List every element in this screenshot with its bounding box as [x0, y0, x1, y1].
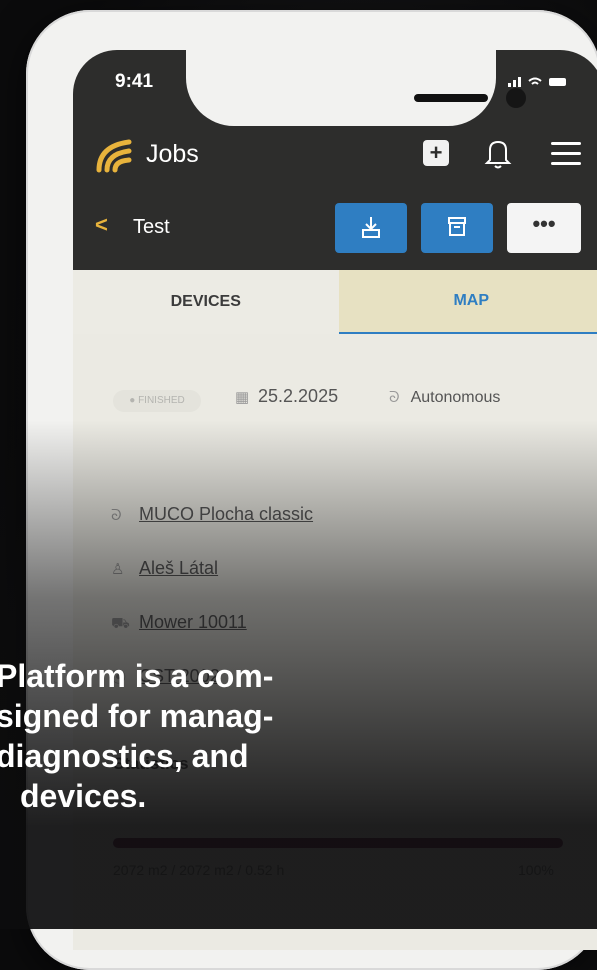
status-icons [508, 76, 569, 90]
app-header: 9:41 Jobs + < Test [73, 50, 597, 270]
signal-icon [508, 77, 522, 87]
more-button[interactable]: ••• [507, 203, 581, 253]
job-mode: ᘐ Autonomous [389, 389, 500, 407]
phone-frame: 9:41 Jobs + < Test [26, 10, 597, 970]
phone-notch [186, 50, 496, 126]
percent-stat: 100% [518, 862, 554, 878]
link-mower[interactable]: ⛟ Mower 10011 [111, 612, 247, 634]
mode-value: Autonomous [411, 389, 501, 406]
back-button[interactable]: < [95, 212, 108, 238]
marketing-caption: Platform is a com- signed for manag- dia… [0, 656, 386, 816]
status-label: FINISHED [138, 395, 185, 406]
user-link[interactable]: Aleš Látal [139, 558, 218, 578]
wifi-icon [528, 77, 542, 87]
caption-line-3: diagnostics, and [0, 736, 386, 776]
mower-link[interactable]: Mower 10011 [139, 612, 247, 632]
archive-button[interactable] [421, 203, 493, 253]
area-stat: 2072 m2 / 2072 m2 / 0.52 h [113, 862, 284, 878]
route-icon: ᘐ [111, 507, 129, 524]
page-title: Jobs [146, 140, 199, 169]
menu-icon[interactable] [551, 142, 581, 166]
tab-map[interactable]: MAP [339, 270, 597, 334]
mower-icon: ⛟ [111, 615, 129, 634]
caption-line-2: signed for manag- [0, 696, 386, 736]
add-button[interactable]: + [423, 140, 449, 166]
job-name: Test [133, 216, 170, 239]
caption-line-1: Platform is a com- [0, 656, 386, 696]
area-link[interactable]: MUCO Plocha classic [139, 504, 313, 524]
date-value: 25.2.2025 [258, 386, 338, 406]
download-icon [335, 203, 407, 253]
link-user[interactable]: ♙ Aleš Látal [111, 558, 218, 579]
job-date: ▦ 25.2.2025 [235, 386, 338, 407]
calendar-icon: ▦ [235, 388, 253, 406]
tab-bar: DEVICES MAP [73, 270, 597, 334]
download-button[interactable] [335, 203, 407, 253]
camera [506, 88, 526, 108]
status-time: 9:41 [115, 71, 153, 93]
user-icon: ♙ [111, 560, 129, 578]
battery-icon [549, 77, 569, 87]
progress-bar [113, 838, 563, 848]
route-mode-icon: ᘐ [389, 389, 407, 406]
app-logo-icon [95, 138, 137, 174]
tab-devices[interactable]: DEVICES [73, 270, 339, 334]
archive-icon [421, 203, 493, 253]
link-area[interactable]: ᘐ MUCO Plocha classic [111, 504, 313, 525]
speaker [414, 94, 488, 102]
job-details: ● FINISHED ▦ 25.2.2025 ᘐ Autonomous ᘐ MUC… [73, 334, 597, 950]
status-badge: ● FINISHED [113, 390, 201, 412]
bell-icon[interactable] [483, 136, 513, 170]
caption-line-4: devices. [0, 776, 386, 816]
